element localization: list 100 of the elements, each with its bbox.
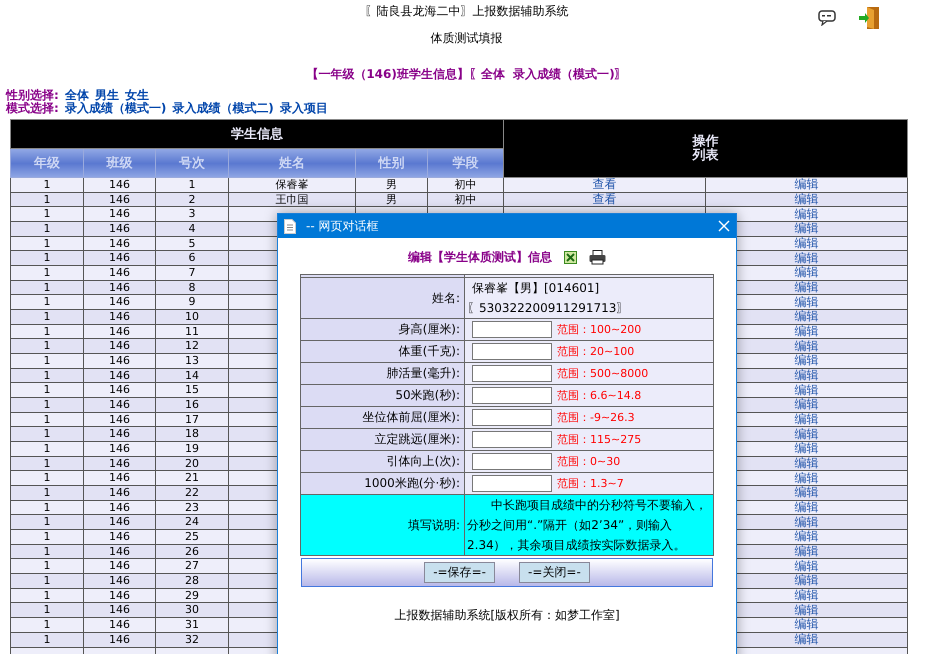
input-field[interactable] [472,475,552,492]
table-cell: 1 [10,178,84,192]
input-field[interactable] [472,453,552,470]
table-cell: 13 [156,354,228,368]
range-hint: 范围：20~100 [557,345,634,358]
input-field[interactable] [472,343,552,360]
input-field[interactable] [472,387,552,404]
range-hint: 范围：0~30 [557,455,620,468]
table-cell: 19 [156,442,228,456]
table-cell: 1 [10,442,84,456]
edit-link[interactable]: 编辑 [794,384,819,397]
spreadsheet-icon[interactable] [564,250,577,264]
field-label: 姓名: [300,278,464,318]
range-hint: 范围：-9~26.3 [557,411,635,424]
edit-link[interactable]: 编辑 [794,604,819,617]
printer-icon[interactable] [589,250,606,264]
edit-link[interactable]: 编辑 [794,501,819,514]
table-cell: 10 [156,310,228,324]
edit-link[interactable]: 编辑 [794,296,819,309]
edit-link[interactable]: 编辑 [794,516,819,529]
edit-link[interactable]: 编辑 [794,442,819,456]
table-cell: 28 [156,574,228,588]
filter-link[interactable]: 录入项目 [280,101,328,115]
edit-link[interactable]: 编辑 [794,369,819,382]
filter-link[interactable]: 女生 [124,88,149,102]
filter-link[interactable]: 录入成绩（模式二) [172,101,274,115]
table-cell: 146 [84,222,156,236]
edit-link[interactable]: 编辑 [794,413,819,426]
table-cell: 146 [84,178,156,192]
dialog-button[interactable]: -=关闭=- [519,562,590,583]
edit-link[interactable]: 编辑 [794,589,819,602]
page-title: 〖陆良县龙海二中〗上报数据辅助系统 [364,3,568,19]
input-field[interactable] [472,409,552,426]
view-link[interactable]: 查看 [592,178,617,192]
table-cell: 1 [10,310,84,324]
field-label: 填写说明: [300,494,464,556]
input-field[interactable] [472,431,552,448]
edit-link[interactable]: 编辑 [794,486,819,500]
range-hint: 范围：100~200 [557,323,642,336]
table-cell: 1 [10,574,84,588]
edit-link[interactable]: 编辑 [794,281,819,294]
field-label: 体重(千克): [300,340,464,362]
chat-icon[interactable] [818,10,836,26]
edit-link[interactable]: 编辑 [794,178,819,192]
table-cell: 男 [356,178,428,192]
edit-link[interactable]: 编辑 [794,472,819,485]
table-cell: 1 [10,222,84,236]
operations-header: 列表 [691,148,720,162]
table-cell: 32 [156,632,228,647]
edit-link[interactable]: 编辑 [794,266,819,280]
table-cell: 1 [10,618,84,632]
exit-door-icon[interactable] [858,6,880,30]
edit-link[interactable]: 编辑 [794,252,819,265]
field-label: 1000米跑(分·秒): [300,472,464,494]
edit-link[interactable]: 编辑 [794,428,819,441]
filter-link[interactable]: 男生 [94,88,119,102]
field-label: 坐位体前屈(厘米): [300,406,464,428]
input-field[interactable] [472,365,552,382]
edit-link[interactable]: 编辑 [794,457,819,470]
table-cell: 31 [156,618,228,632]
edit-link[interactable]: 编辑 [794,208,819,221]
range-hint: 范围：115~275 [557,433,642,446]
edit-link[interactable]: 编辑 [794,545,819,558]
table-cell: 146 [84,530,156,544]
edit-link[interactable]: 编辑 [794,340,819,353]
range-hint: 范围：6.6~14.8 [557,389,642,402]
edit-link[interactable]: 编辑 [794,574,819,588]
view-link[interactable]: 查看 [592,193,617,206]
edit-link[interactable]: 编辑 [794,354,819,368]
table-cell: 1 [10,486,84,500]
edit-link[interactable]: 编辑 [794,325,819,338]
close-button[interactable] [718,220,730,232]
filter-link[interactable]: 全体 [64,88,89,102]
table-cell: 25 [156,530,228,544]
column-header: 班级 [84,148,156,178]
table-cell: 146 [84,574,156,588]
edit-link[interactable]: 编辑 [794,530,819,544]
edit-link[interactable]: 编辑 [794,398,819,412]
dialog-button[interactable]: -=保存=- [424,562,495,583]
edit-link[interactable]: 编辑 [794,560,819,573]
field-label: 身高(厘米): [300,318,464,340]
table-cell: 保睿峯 [228,178,356,192]
dialog-heading: 编辑【学生体质测试】信息 [408,248,552,266]
edit-link[interactable]: 编辑 [794,237,819,250]
table-cell: 7 [156,266,228,280]
edit-link[interactable]: 编辑 [794,633,819,646]
class-info-heading: 【一年级（146)班学生信息】〖全体 录入成绩（模式一)〗 [306,66,627,82]
edit-link[interactable]: 编辑 [794,310,819,324]
edit-link[interactable]: 编辑 [794,618,819,632]
table-cell: 146 [84,632,156,647]
table-cell: 22 [156,486,228,500]
table-cell: 146 [84,442,156,456]
input-field[interactable] [472,321,552,338]
table-cell: 1 [10,398,84,412]
edit-link[interactable]: 编辑 [794,222,819,236]
group-header: 学生信息 [10,120,504,148]
filter-link[interactable]: 录入成绩（模式一) [64,101,166,115]
table-cell: 146 [84,486,156,500]
table-cell: 1 [10,266,84,280]
edit-link[interactable]: 编辑 [794,193,819,206]
